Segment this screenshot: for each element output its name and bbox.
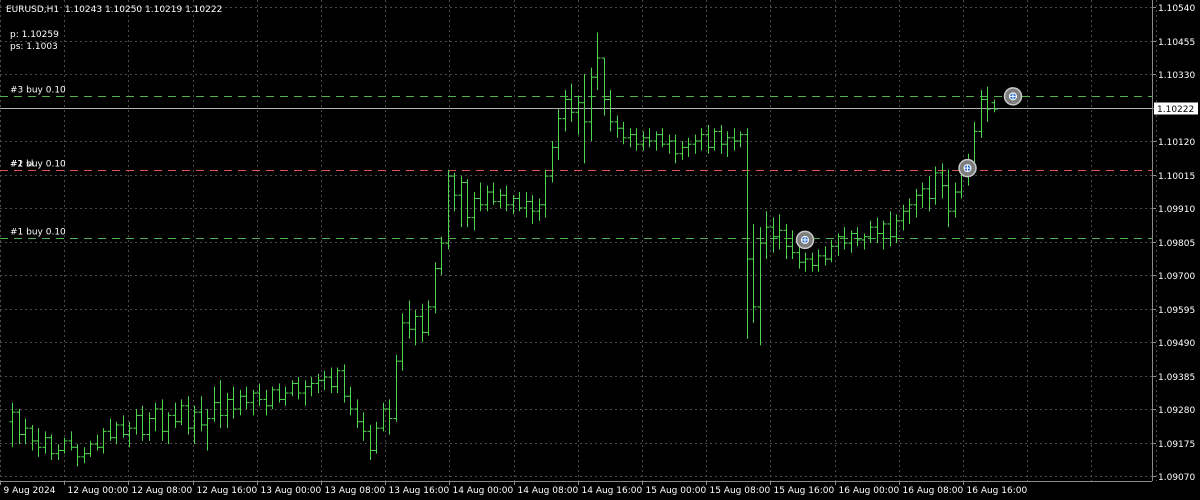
time-axis-label: 14 Aug 00:00 bbox=[453, 486, 514, 496]
time-axis-label: 12 Aug 00:00 bbox=[68, 486, 129, 496]
stop-loss-label: #1 sl bbox=[10, 160, 33, 170]
time-axis-label: 9 Aug 2024 bbox=[4, 486, 56, 496]
time-axis-label: 15 Aug 16:00 bbox=[774, 486, 835, 496]
entry-marker[interactable] bbox=[958, 158, 977, 178]
price-chart[interactable]: #3 buy 0.10#2 buy 0.10#1 buy 0.10#1 sl 1… bbox=[0, 0, 1200, 500]
time-axis-label: 13 Aug 16:00 bbox=[389, 486, 450, 496]
time-axis-label: 16 Aug 08:00 bbox=[903, 486, 964, 496]
p-value-label: p: 1.10259 bbox=[10, 30, 59, 40]
price-axis-label: 1.10120 bbox=[1158, 138, 1195, 148]
price-axis-label: 1.10015 bbox=[1158, 172, 1195, 182]
price-axis-label: 1.09700 bbox=[1158, 272, 1195, 282]
time-axis-label: 16 Aug 00:00 bbox=[839, 486, 900, 496]
price-axis-label: 1.09385 bbox=[1158, 373, 1195, 383]
time-axis-label: 13 Aug 00:00 bbox=[261, 486, 322, 496]
price-axis-label: 1.09070 bbox=[1158, 473, 1195, 483]
price-axis-label: 1.10330 bbox=[1158, 71, 1195, 81]
ohlc-values-label: 1.10243 1.10250 1.10219 1.10222 bbox=[64, 5, 223, 15]
time-axis-label: 15 Aug 08:00 bbox=[710, 486, 771, 496]
order-label: #3 buy 0.10 bbox=[10, 86, 66, 96]
price-axis-label: 1.09490 bbox=[1158, 339, 1195, 349]
order-label: #1 buy 0.10 bbox=[10, 228, 66, 238]
time-axis-label: 16 Aug 16:00 bbox=[967, 486, 1028, 496]
price-axis-label: 1.09175 bbox=[1158, 440, 1195, 450]
time-axis-label: 15 Aug 00:00 bbox=[646, 486, 707, 496]
price-axis-label: 1.09910 bbox=[1158, 205, 1195, 215]
time-axis-label: 14 Aug 16:00 bbox=[582, 486, 643, 496]
price-axis-label: 1.10455 bbox=[1158, 38, 1195, 48]
chart-header: EURUSD,H1 1.10243 1.10250 1.10219 1.1022… bbox=[6, 5, 222, 16]
time-axis-label: 13 Aug 08:00 bbox=[325, 486, 386, 496]
time-axis-label: 14 Aug 08:00 bbox=[518, 486, 579, 496]
entry-marker[interactable] bbox=[795, 230, 815, 250]
current-price-label: 1.10222 bbox=[1157, 105, 1194, 115]
ps-value-label: ps: 1.1003 bbox=[10, 42, 58, 52]
price-axis-label: 1.09805 bbox=[1158, 239, 1195, 249]
time-axis-label: 12 Aug 08:00 bbox=[132, 486, 193, 496]
time-axis-label: 12 Aug 16:00 bbox=[197, 486, 258, 496]
trading-terminal-chart-window: #3 buy 0.10 #2 buy 0.10 #1 buy 0.10 #1 sl 1… bbox=[0, 0, 1200, 500]
symbol-timeframe-label: EURUSD,H1 bbox=[6, 5, 60, 15]
price-axis-label: 1.09280 bbox=[1158, 406, 1195, 416]
price-axis-label: 1.10540 bbox=[1158, 4, 1195, 14]
entry-marker[interactable] bbox=[1003, 87, 1023, 106]
price-axis-label: 1.09595 bbox=[1158, 306, 1195, 316]
